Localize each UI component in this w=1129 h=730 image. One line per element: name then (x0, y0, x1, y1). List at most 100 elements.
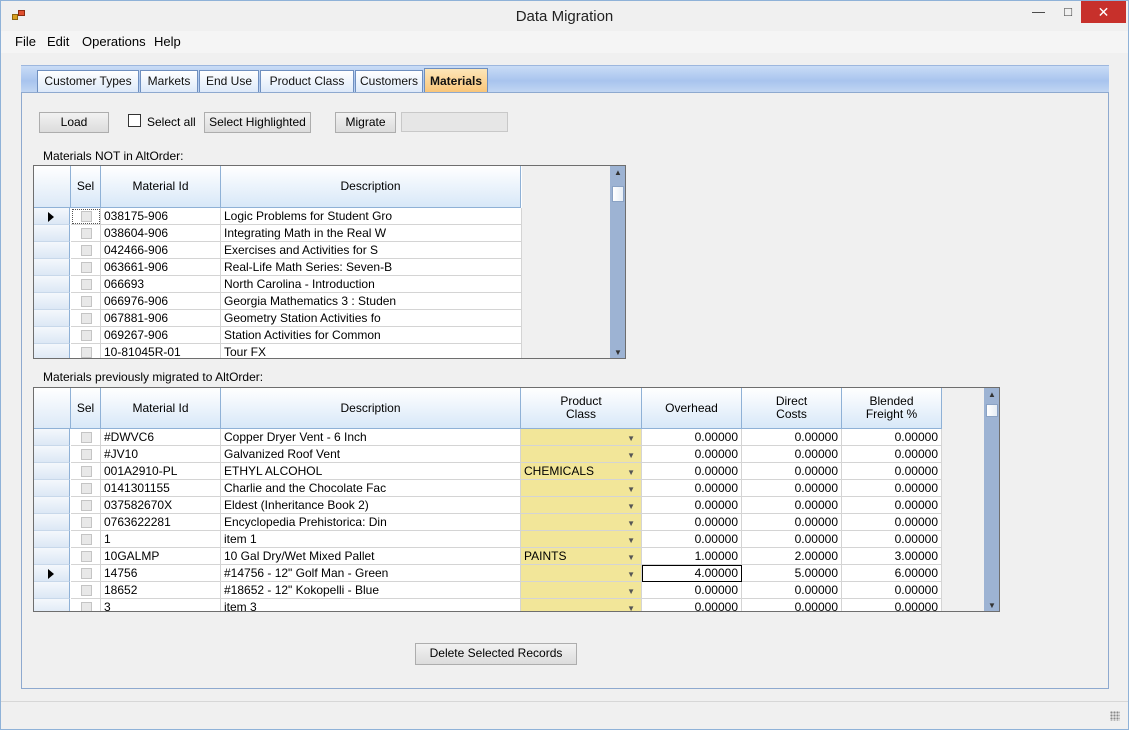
row-select-checkbox[interactable] (81, 534, 92, 545)
grid2-col-product-class[interactable]: Product Class (521, 388, 642, 429)
table-row[interactable]: 1 item 1 ▼ 0.00000 0.00000 0.00000 (34, 531, 942, 548)
overhead-cell[interactable]: 0.00000 (642, 582, 742, 599)
row-select-cell[interactable] (71, 259, 101, 276)
row-select-cell[interactable] (71, 310, 101, 327)
maximize-button[interactable]: □ (1055, 1, 1081, 23)
grid2-col-sel[interactable]: Sel (71, 388, 101, 429)
grid2-col-overhead[interactable]: Overhead (642, 388, 742, 429)
table-row[interactable]: 0141301155 Charlie and the Chocolate Fac ▼… (34, 480, 942, 497)
product-class-dropdown[interactable]: ▼ (521, 497, 642, 514)
description-cell[interactable]: Georgia Mathematics 3 : Studen (221, 293, 522, 310)
grid2-col-direct-costs[interactable]: Direct Costs (742, 388, 842, 429)
row-select-checkbox[interactable] (81, 602, 92, 611)
grid1-corner-header[interactable] (34, 166, 71, 208)
select-all-checkbox[interactable] (128, 114, 141, 127)
row-select-cell[interactable] (71, 514, 101, 531)
row-select-cell[interactable] (71, 446, 101, 463)
material-id-cell[interactable]: 1 (101, 531, 221, 548)
row-select-cell[interactable] (71, 327, 101, 344)
row-header[interactable] (34, 463, 70, 480)
grid1-scroll-thumb[interactable] (612, 186, 624, 202)
blended-freight-cell[interactable]: 0.00000 (842, 480, 942, 497)
row-select-cell[interactable] (71, 208, 101, 225)
material-id-cell[interactable]: 042466-906 (101, 242, 221, 259)
description-cell[interactable]: Encyclopedia Prehistorica: Din (221, 514, 521, 531)
description-cell[interactable]: Copper Dryer Vent - 6 Inch (221, 429, 521, 446)
row-select-cell[interactable] (71, 242, 101, 259)
direct-costs-cell[interactable]: 0.00000 (742, 582, 842, 599)
description-cell[interactable]: 10 Gal Dry/Wet Mixed Pallet (221, 548, 521, 565)
row-select-checkbox[interactable] (81, 551, 92, 562)
direct-costs-cell[interactable]: 0.00000 (742, 599, 842, 611)
row-header[interactable] (34, 497, 70, 514)
row-select-checkbox[interactable] (81, 245, 92, 256)
row-header[interactable] (34, 446, 70, 463)
material-id-cell[interactable]: 10GALMP (101, 548, 221, 565)
chevron-down-icon[interactable]: ▼ (627, 465, 635, 479)
tab-customers[interactable]: Customers (355, 70, 423, 92)
product-class-dropdown[interactable]: ▼ (521, 582, 642, 599)
row-select-cell[interactable] (71, 225, 101, 242)
row-select-checkbox[interactable] (81, 432, 92, 443)
direct-costs-cell[interactable]: 0.00000 (742, 531, 842, 548)
chevron-down-icon[interactable]: ▼ (627, 601, 635, 611)
row-header[interactable] (34, 599, 70, 611)
menu-file[interactable]: File (15, 34, 36, 49)
row-select-cell[interactable] (71, 599, 101, 611)
row-select-cell[interactable] (71, 565, 101, 582)
table-row[interactable]: 067881-906 Geometry Station Activities fo (34, 310, 522, 327)
product-class-dropdown[interactable]: ▼ (521, 480, 642, 497)
description-cell[interactable]: Galvanized Roof Vent (221, 446, 521, 463)
chevron-down-icon[interactable]: ▼ (627, 533, 635, 547)
table-row[interactable]: 038604-906 Integrating Math in the Real W (34, 225, 522, 242)
overhead-cell[interactable]: 0.00000 (642, 446, 742, 463)
chevron-down-icon[interactable]: ▼ (627, 516, 635, 530)
row-header[interactable] (34, 259, 70, 276)
product-class-dropdown[interactable]: ▼ (521, 599, 642, 611)
material-id-cell[interactable]: 0763622281 (101, 514, 221, 531)
direct-costs-cell[interactable]: 0.00000 (742, 463, 842, 480)
description-cell[interactable]: Charlie and the Chocolate Fac (221, 480, 521, 497)
row-header[interactable] (34, 531, 70, 548)
direct-costs-cell[interactable]: 0.00000 (742, 514, 842, 531)
row-header[interactable] (34, 429, 70, 446)
menu-edit[interactable]: Edit (47, 34, 69, 49)
scroll-up-icon[interactable]: ▲ (984, 390, 999, 400)
table-row[interactable]: 10-81045R-01 Tour FX (34, 344, 522, 358)
row-select-cell[interactable] (71, 463, 101, 480)
direct-costs-cell[interactable]: 5.00000 (742, 565, 842, 582)
row-select-checkbox[interactable] (81, 262, 92, 273)
chevron-down-icon[interactable]: ▼ (627, 482, 635, 496)
material-id-cell[interactable]: 066693 (101, 276, 221, 293)
row-header[interactable] (34, 565, 70, 582)
product-class-dropdown[interactable]: ▼ (521, 446, 642, 463)
row-select-checkbox[interactable] (81, 279, 92, 290)
chevron-down-icon[interactable]: ▼ (627, 431, 635, 445)
grid2-col-material-id[interactable]: Material Id (101, 388, 221, 429)
direct-costs-cell[interactable]: 0.00000 (742, 497, 842, 514)
migrate-button[interactable]: Migrate (335, 112, 396, 133)
row-select-checkbox[interactable] (81, 483, 92, 494)
table-row[interactable]: 066976-906 Georgia Mathematics 3 : Studen (34, 293, 522, 310)
row-header[interactable] (34, 276, 70, 293)
product-class-dropdown[interactable]: ▼ (521, 514, 642, 531)
material-id-cell[interactable]: 001A2910-PL (101, 463, 221, 480)
grid1-vertical-scrollbar[interactable]: ▲ ▼ (610, 166, 625, 358)
resize-grip-icon[interactable] (1110, 711, 1120, 721)
blended-freight-cell[interactable]: 3.00000 (842, 548, 942, 565)
material-id-cell[interactable]: 3 (101, 599, 221, 611)
description-cell[interactable]: ETHYL ALCOHOL (221, 463, 521, 480)
direct-costs-cell[interactable]: 2.00000 (742, 548, 842, 565)
description-cell[interactable]: Station Activities for Common (221, 327, 522, 344)
row-header[interactable] (34, 225, 70, 242)
grid1-col-material-id[interactable]: Material Id (101, 166, 221, 208)
menu-operations[interactable]: Operations (82, 34, 146, 49)
description-cell[interactable]: item 3 (221, 599, 521, 611)
row-select-checkbox[interactable] (81, 517, 92, 528)
table-row[interactable]: 037582670X Eldest (Inheritance Book 2) ▼ 0.… (34, 497, 942, 514)
select-highlighted-button[interactable]: Select Highlighted (204, 112, 311, 133)
material-id-cell[interactable]: 067881-906 (101, 310, 221, 327)
description-cell[interactable]: Logic Problems for Student Gro (221, 208, 522, 225)
row-header[interactable] (34, 480, 70, 497)
row-select-cell[interactable] (71, 276, 101, 293)
